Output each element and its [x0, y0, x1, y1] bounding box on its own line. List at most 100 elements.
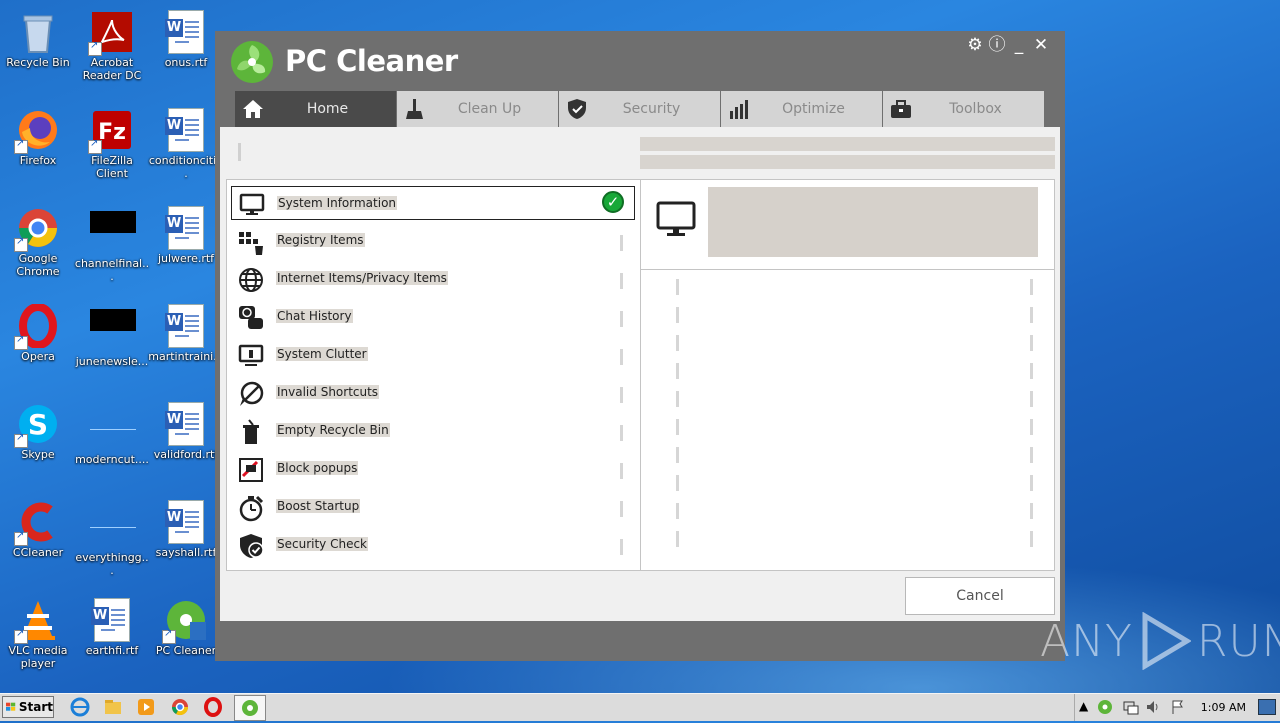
- chrome-icon: [14, 206, 60, 252]
- pc-cleaner-taskbar-button[interactable]: [234, 695, 266, 721]
- tab-security[interactable]: Security: [559, 91, 720, 127]
- detail-row-indicator: [676, 391, 679, 407]
- scan-item-empty-recycle-bin[interactable]: Empty Recycle Bin: [231, 414, 635, 448]
- tab-label: Home: [306, 101, 349, 117]
- desktop-icon-label: sayshall.rtf: [155, 546, 217, 559]
- desktop-icon-label: Firefox: [19, 154, 57, 167]
- desktop-icon-label: junenewsle...: [75, 355, 149, 368]
- action-center-flag-icon[interactable]: [1170, 699, 1186, 715]
- scan-item-label: Internet Items/Privacy Items: [276, 271, 448, 285]
- internet-explorer-icon[interactable]: [70, 697, 90, 717]
- help-icon[interactable]: ⓘ: [987, 35, 1007, 55]
- detail-row-indicator: [676, 419, 679, 435]
- cancel-button[interactable]: Cancel: [905, 577, 1055, 615]
- desktop-icon-label: validford.rtf: [153, 448, 219, 461]
- desktop-icon-opera[interactable]: Opera: [0, 298, 76, 363]
- desktop-icon-blank-file[interactable]: moderncut....: [74, 396, 150, 466]
- scan-item-label: Security Check: [276, 537, 369, 551]
- scan-item-label: Chat History: [276, 309, 353, 323]
- scan-item-label: Invalid Shortcuts: [276, 385, 380, 399]
- desktop-icon-word-doc[interactable]: martintraini...: [148, 298, 224, 363]
- detail-info-box: [708, 187, 1038, 257]
- firefox-icon: [14, 108, 60, 154]
- scan-item-security-check[interactable]: Security Check: [231, 528, 635, 562]
- desktop-icon-label: CCleaner: [12, 546, 64, 559]
- desktop-icon-word-doc[interactable]: conditionciti...: [148, 102, 224, 180]
- tab-home[interactable]: Home: [235, 91, 396, 127]
- desktop-icon-acrobat[interactable]: Acrobat Reader DC: [74, 4, 150, 82]
- tab-clean-up[interactable]: Clean Up: [397, 91, 558, 127]
- desktop-icon-label: earthfi.rtf: [85, 644, 139, 657]
- toolbox-icon: [889, 97, 913, 121]
- svg-text:S: S: [28, 408, 48, 441]
- monitor-icon: [238, 191, 266, 219]
- scan-item-registry-items[interactable]: Registry Items: [231, 224, 635, 258]
- watermark-text-right: RUN: [1196, 615, 1280, 667]
- desktop-icon-chrome[interactable]: Google Chrome: [0, 200, 76, 278]
- media-player-icon[interactable]: [136, 697, 156, 717]
- scan-item-chat-history[interactable]: Chat History: [231, 300, 635, 334]
- network-icon[interactable]: [1123, 699, 1139, 715]
- opera-icon[interactable]: [203, 697, 223, 717]
- settings-gear-icon[interactable]: ⚙: [965, 35, 985, 55]
- shortcut-arrow-icon: [14, 530, 28, 546]
- desktop-icon-word-doc[interactable]: onus.rtf: [148, 4, 224, 69]
- scan-item-invalid-shortcuts[interactable]: Invalid Shortcuts: [231, 376, 635, 410]
- app-title: PC Cleaner: [285, 44, 458, 78]
- show-desktop-button[interactable]: [1258, 699, 1276, 715]
- desktop-icon-word-doc[interactable]: earthfi.rtf: [74, 592, 150, 657]
- blank-file-icon: [90, 505, 136, 549]
- windows-logo-icon: [6, 702, 16, 711]
- show-hidden-icons-icon[interactable]: ▲: [1079, 699, 1095, 715]
- close-button[interactable]: ✕: [1031, 35, 1051, 55]
- shortcut-arrow-icon: [14, 628, 28, 644]
- desktop-icon-ccleaner[interactable]: CCleaner: [0, 494, 76, 559]
- detail-row-indicator: [1030, 503, 1033, 519]
- scan-item-internet-items-privacy-items[interactable]: Internet Items/Privacy Items: [231, 262, 635, 296]
- scan-item-system-information[interactable]: System Information ✓: [231, 186, 635, 220]
- taskbar: Start ▲ 1:09 AM: [0, 693, 1280, 721]
- desktop-icon-firefox[interactable]: Firefox: [0, 102, 76, 167]
- scan-item-system-clutter[interactable]: System Clutter: [231, 338, 635, 372]
- filezilla-icon: Fz: [88, 108, 134, 154]
- desktop-icon-label: moderncut....: [75, 453, 149, 466]
- pc-cleaner-tray-icon[interactable]: [1097, 699, 1113, 715]
- desktop-icon-label: conditionciti...: [148, 154, 224, 180]
- desktop-icon-black-file[interactable]: junenewsle...: [74, 298, 150, 368]
- detail-row-indicator: [676, 363, 679, 379]
- desktop-icon-word-doc[interactable]: julwere.rtf: [148, 200, 224, 265]
- bar-chart-icon: [727, 97, 751, 121]
- start-button[interactable]: Start: [2, 696, 54, 718]
- tab-optimize[interactable]: Optimize: [721, 91, 882, 127]
- progress-bar-2: [640, 155, 1055, 169]
- desktop-icon-skype[interactable]: S Skype: [0, 396, 76, 461]
- detail-row-indicator: [1030, 531, 1033, 547]
- scan-item-boost-startup[interactable]: Boost Startup: [231, 490, 635, 524]
- detail-row-indicator: [1030, 475, 1033, 491]
- desktop-icon-pc-cleaner[interactable]: PC Cleaner: [148, 592, 224, 657]
- minimize-button[interactable]: _: [1009, 35, 1029, 55]
- status-indicator: [620, 311, 623, 327]
- tab-toolbox[interactable]: Toolbox: [883, 91, 1044, 127]
- desktop-icon-blank-file[interactable]: everythingg...: [74, 494, 150, 577]
- scan-item-label: Registry Items: [276, 233, 365, 247]
- status-indicator: [620, 349, 623, 365]
- shortcut-arrow-icon: [88, 40, 102, 56]
- chrome-icon[interactable]: [170, 697, 190, 717]
- desktop-icon-recycle-bin[interactable]: Recycle Bin: [0, 4, 76, 69]
- volume-icon[interactable]: [1145, 699, 1161, 715]
- desktop-icon-black-file[interactable]: channelfinal...: [74, 200, 150, 283]
- status-indicator: [620, 463, 623, 479]
- nav-tabs: Home Clean Up Security Optimize Toolbox: [235, 91, 1044, 127]
- clock[interactable]: 1:09 AM: [1201, 701, 1246, 714]
- desktop-icon-word-doc[interactable]: sayshall.rtf: [148, 494, 224, 559]
- scan-item-block-popups[interactable]: Block popups: [231, 452, 635, 486]
- desktop-icon-vlc[interactable]: VLC media player: [0, 592, 76, 670]
- desktop-icon-filezilla[interactable]: Fz FileZilla Client: [74, 102, 150, 180]
- file-explorer-icon[interactable]: [103, 697, 123, 717]
- desktop-icon-word-doc[interactable]: validford.rtf: [148, 396, 224, 461]
- shield-icon: [565, 97, 589, 121]
- scan-item-label: Block popups: [276, 461, 359, 475]
- detail-row-indicator: [1030, 363, 1033, 379]
- black-file-icon: [90, 211, 136, 255]
